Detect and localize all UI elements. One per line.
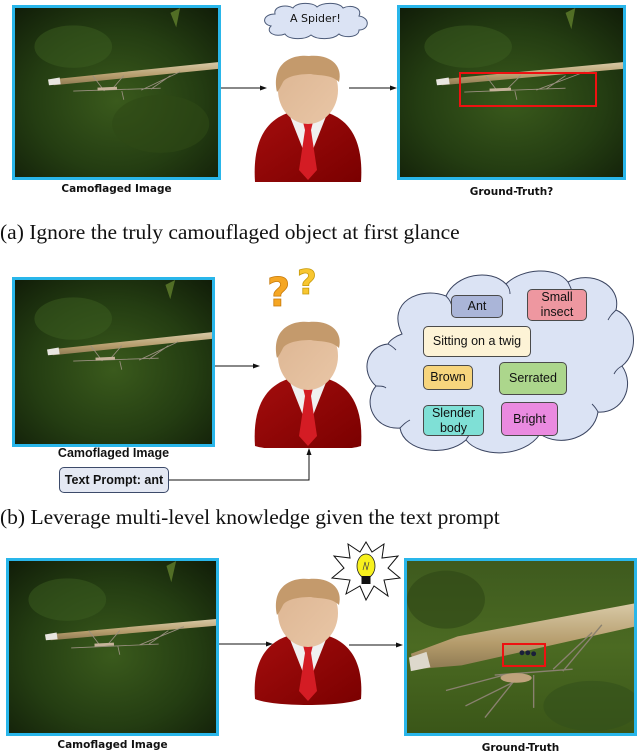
subcaption-a: (a) Ignore the truly camouflaged object … xyxy=(0,220,460,244)
arrow-prompt-to-person xyxy=(169,448,312,481)
tag-sitting-on-twig: Sitting on a twig xyxy=(423,326,531,357)
question-marks-icon: ? ? xyxy=(267,263,318,312)
arrow-person-to-output-c xyxy=(349,642,403,648)
tag-brown: Brown xyxy=(423,365,473,390)
thought-text: A Spider! xyxy=(290,12,341,25)
bbox-correct xyxy=(502,643,546,667)
input-caption-a: Camoflaged Image xyxy=(61,183,172,195)
tag-serrated: Serrated xyxy=(499,362,567,395)
text-prompt-box: Text Prompt: ant xyxy=(59,467,169,493)
person-icon-a xyxy=(253,52,363,182)
arrow-input-to-person-b xyxy=(215,363,260,369)
svg-text:?: ? xyxy=(297,263,317,303)
camouflaged-image-a xyxy=(12,5,221,180)
tag-slender-body: Slender body xyxy=(423,405,484,436)
arrow-input-to-person-c xyxy=(219,641,273,647)
camouflaged-image-c xyxy=(6,558,219,736)
output-caption-a: Ground-Truth? xyxy=(469,186,554,198)
tag-small-insect: Small insect xyxy=(527,289,587,321)
bbox-incorrect xyxy=(459,72,597,107)
output-caption-c: Ground-Truth xyxy=(481,742,560,754)
subcaption-b: (b) Leverage multi-level knowledge given… xyxy=(0,505,500,529)
input-caption-c: Camoflaged Image xyxy=(57,739,168,751)
tag-bright: Bright xyxy=(501,402,558,436)
camouflaged-image-b xyxy=(12,277,215,447)
svg-text:?: ? xyxy=(267,270,290,312)
person-icon-b xyxy=(253,318,363,448)
tag-ant: Ant xyxy=(451,295,503,318)
